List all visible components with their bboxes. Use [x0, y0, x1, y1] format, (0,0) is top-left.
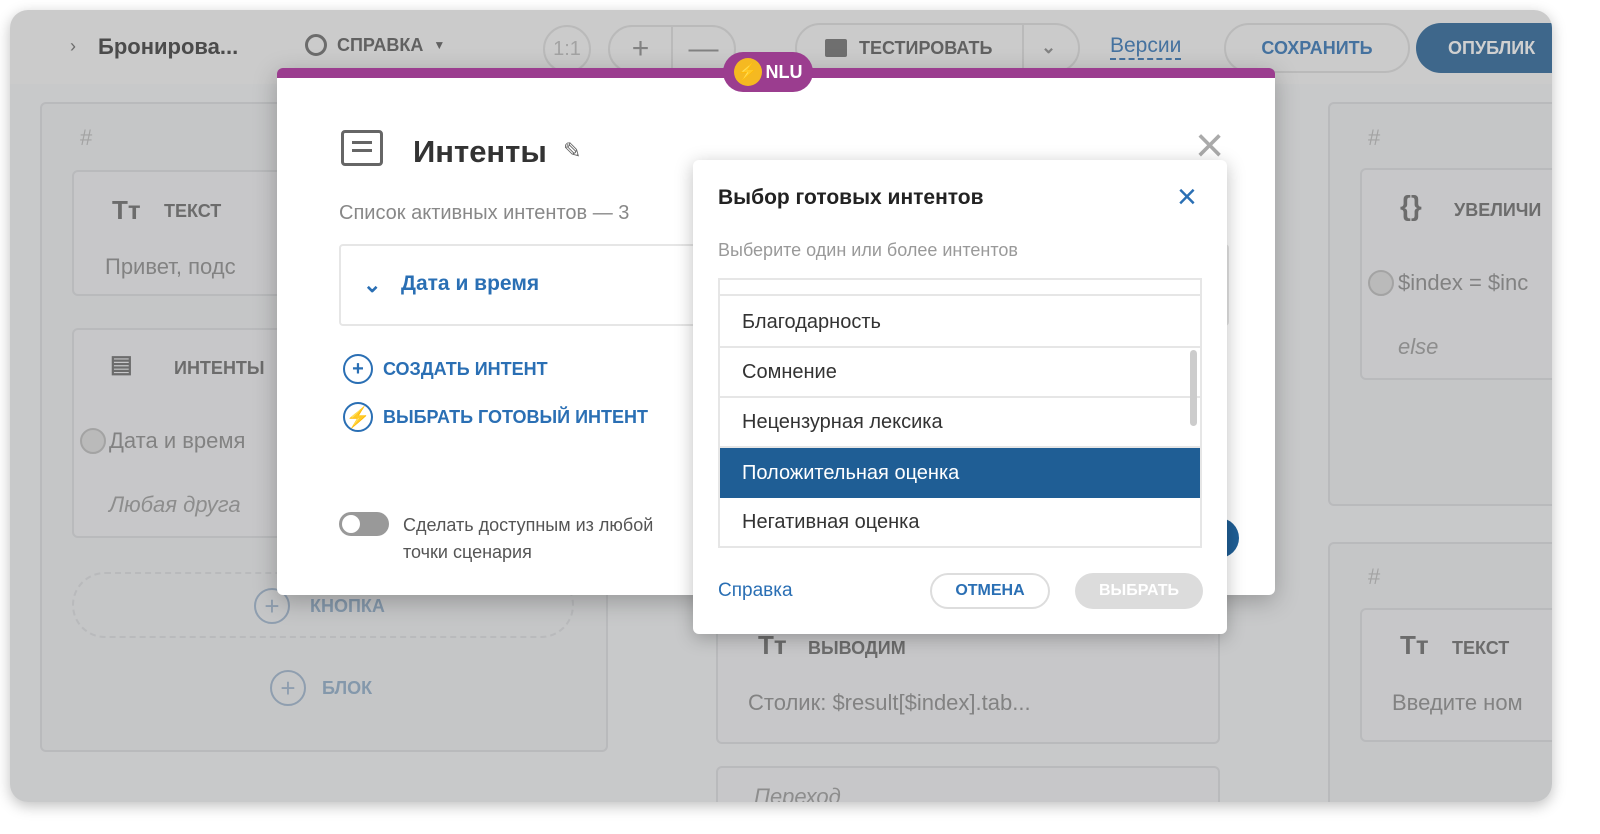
- app-window: › Бронирова... СПРАВКА ▼ 1:1 + — ТЕСТИРО…: [10, 10, 1552, 802]
- global-access-toggle[interactable]: [339, 512, 389, 536]
- list-scrollbar[interactable]: [1190, 350, 1197, 426]
- accordion-label: Дата и время: [401, 272, 540, 295]
- list-item[interactable]: Нецензурная лексика: [720, 398, 1200, 448]
- choose-ready-label: ВЫБРАТЬ ГОТОВЫЙ ИНТЕНТ: [383, 406, 649, 427]
- list-item[interactable]: Сомнение: [720, 348, 1200, 398]
- choose-button[interactable]: ВЫБРАТЬ: [1075, 573, 1203, 609]
- popup-subtitle: Выберите один или более интентов: [718, 240, 1018, 260]
- active-intents-count: Список активных интентов — 3: [339, 202, 630, 224]
- plus-icon: +: [343, 354, 373, 384]
- nlu-badge: ⚡ NLU: [723, 52, 813, 92]
- modal-title: Интенты: [413, 134, 547, 169]
- bolt-icon: ⚡: [343, 402, 373, 432]
- edit-pencil-icon[interactable]: ✎: [563, 138, 581, 164]
- bolt-icon: ⚡: [733, 58, 762, 86]
- create-intent-button[interactable]: + СОЗДАТЬ ИНТЕНТ: [343, 354, 548, 384]
- cancel-button[interactable]: ОТМЕНА: [930, 573, 1050, 609]
- nlu-label: NLU: [765, 61, 803, 82]
- close-icon[interactable]: ×: [1177, 180, 1197, 214]
- toggle-label: Сделать доступным из любой точки сценари…: [403, 515, 654, 562]
- list-item[interactable]: Прощание: [720, 280, 1200, 296]
- chevron-down-icon: ⌄: [363, 272, 382, 297]
- create-intent-label: СОЗДАТЬ ИНТЕНТ: [383, 358, 548, 379]
- popup-title: Выбор готовых интентов: [718, 186, 984, 209]
- intents-list[interactable]: Прощание Благодарность Сомнение Нецензур…: [718, 278, 1202, 548]
- choose-ready-intent-button[interactable]: ⚡ ВЫБРАТЬ ГОТОВЫЙ ИНТЕНТ: [343, 402, 648, 432]
- list-item-selected[interactable]: Положительная оценка: [720, 448, 1200, 498]
- list-item[interactable]: Благодарность: [720, 298, 1200, 348]
- ready-intents-popup: Выбор готовых интентов × Выберите один и…: [693, 160, 1227, 634]
- list-item[interactable]: Негативная оценка: [720, 498, 1200, 546]
- intents-icon: [341, 130, 383, 166]
- help-link[interactable]: Справка: [718, 580, 793, 602]
